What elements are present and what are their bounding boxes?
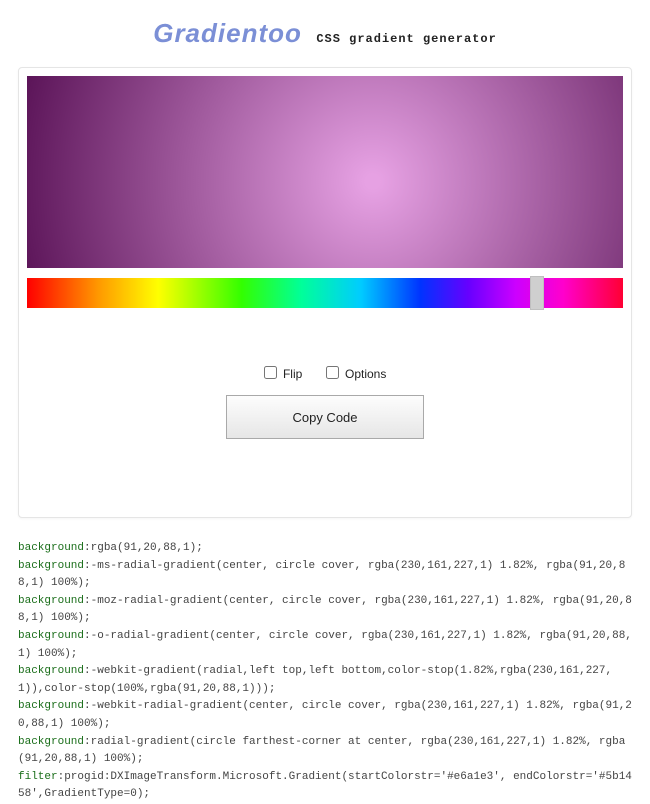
code-line: background:-moz-radial-gradient(center, … [18, 593, 632, 628]
code-line: filter:progid:DXImageTransform.Microsoft… [18, 769, 632, 804]
generator-card: Flip Options Copy Code [18, 67, 632, 518]
flip-checkbox[interactable] [264, 366, 277, 379]
code-line: background:-webkit-radial-gradient(cente… [18, 698, 632, 733]
css-property: background [18, 736, 84, 748]
controls-area: Flip Options Copy Code [27, 308, 623, 509]
hue-handle[interactable] [530, 276, 544, 310]
options-checkbox-label[interactable]: Options [326, 367, 387, 381]
flip-checkbox-label[interactable]: Flip [264, 367, 306, 381]
options-checkbox[interactable] [326, 366, 339, 379]
css-output: background:rgba(91,20,88,1);background:-… [18, 540, 632, 804]
css-property: background [18, 700, 84, 712]
app-header: Gradientoo CSS gradient generator [0, 18, 650, 49]
css-value: :radial-gradient(circle farthest-corner … [18, 736, 625, 766]
checkbox-row: Flip Options [27, 366, 623, 381]
css-value: :-webkit-gradient(radial,left top,left b… [18, 665, 612, 695]
app-logo: Gradientoo [153, 18, 302, 48]
code-line: background:radial-gradient(circle farthe… [18, 734, 632, 769]
css-value: :-webkit-radial-gradient(center, circle … [18, 700, 632, 730]
hue-slider[interactable] [27, 278, 623, 308]
app-tagline: CSS gradient generator [316, 32, 496, 46]
css-property: background [18, 665, 84, 677]
code-line: background:-ms-radial-gradient(center, c… [18, 558, 632, 593]
css-property: background [18, 542, 84, 554]
copy-code-button[interactable]: Copy Code [226, 395, 424, 439]
css-property: background [18, 630, 84, 642]
css-value: :rgba(91,20,88,1); [84, 542, 203, 554]
css-value: :progid:DXImageTransform.Microsoft.Gradi… [18, 771, 632, 801]
code-line: background:-o-radial-gradient(center, ci… [18, 628, 632, 663]
css-value: :-ms-radial-gradient(center, circle cove… [18, 560, 625, 590]
options-text: Options [345, 367, 386, 381]
css-property: background [18, 560, 84, 572]
flip-text: Flip [283, 367, 302, 381]
gradient-preview [27, 76, 623, 268]
css-value: :-o-radial-gradient(center, circle cover… [18, 630, 632, 660]
css-value: :-moz-radial-gradient(center, circle cov… [18, 595, 632, 625]
code-line: background:-webkit-gradient(radial,left … [18, 663, 632, 698]
css-property: background [18, 595, 84, 607]
code-line: background:rgba(91,20,88,1); [18, 540, 632, 558]
